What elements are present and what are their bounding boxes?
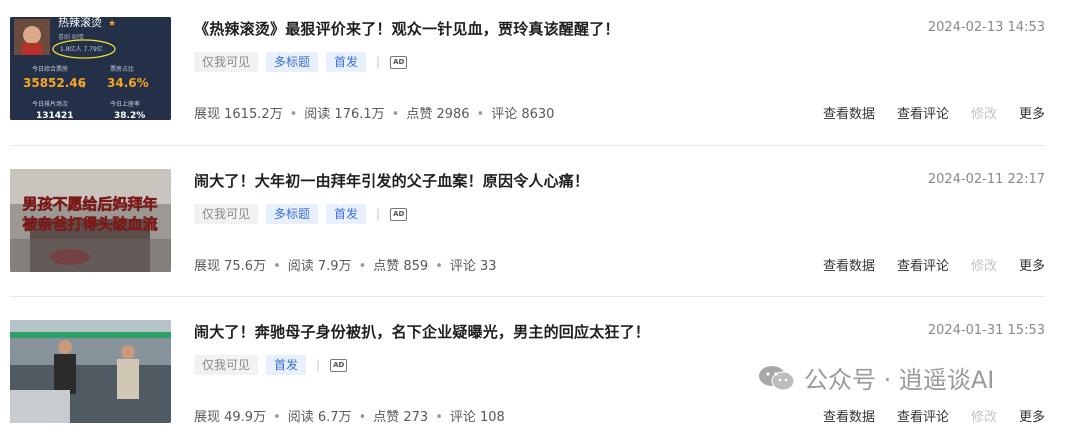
article-stats: 展现 49.9万 • 阅读 6.7万 • 点赞 273 • 评论 108 (194, 410, 505, 425)
ad-icon: AD (390, 55, 408, 69)
thumb-stat3-label: 今日排片场次 (32, 100, 68, 108)
thumb-stat4-value: 38.2% (114, 111, 145, 120)
tag-first-publish: 首发 (326, 52, 367, 72)
svg-text:★: ★ (108, 19, 116, 29)
publish-date: 2024-01-31 15:53 (927, 323, 1045, 338)
article-thumbnail[interactable]: 男孩不愿给后妈拜年 被亲爸打得头破血流 (10, 169, 171, 272)
watermark: 公众号 · 逍遥谈AI (758, 360, 994, 395)
thumb-caption-2: 被亲爸打得头破血流 (22, 215, 157, 233)
thumb-stat1-value: 35852.46 (23, 76, 86, 90)
ad-icon: AD (390, 207, 408, 221)
photo-thumbnail-image (10, 320, 171, 423)
more-button[interactable]: 更多 (1019, 103, 1045, 122)
ad-icon: AD (330, 358, 348, 372)
tag-private: 仅我可见 (194, 355, 259, 375)
edit-button: 修改 (970, 410, 997, 425)
view-data-button[interactable]: 查看数据 (823, 255, 875, 274)
comments-stat: 评论 108 (449, 410, 505, 425)
article-actions: 查看数据 查看评论 修改 更多 (823, 406, 1045, 425)
thumb-title: 热辣滚烫 (58, 17, 102, 29)
likes-stat: 点赞 859 (373, 259, 429, 274)
box-office-thumbnail-image: 热辣滚烫 ★ 喜剧 剧情 1.8亿人 7.79亿 今日综合票房 票房占比 358… (10, 17, 171, 120)
tag-multi-title: 多标题 (266, 52, 319, 72)
article-stats: 展现 1615.2万 • 阅读 176.1万 • 点赞 2986 • 评论 8630 (194, 107, 555, 122)
article-title[interactable]: 闹大了！大年初一由拜年引发的父子血案！原因令人心痛！ (194, 170, 589, 191)
tag-separator: | (376, 207, 381, 221)
likes-stat: 点赞 273 (373, 410, 429, 425)
reads-stat: 阅读 176.1万 (304, 107, 385, 122)
thumb-caption-1: 男孩不愿给后妈拜年 (22, 195, 157, 213)
thumb-stat4-label: 今日上座率 (110, 100, 140, 108)
comments-stat: 评论 8630 (491, 107, 555, 122)
edit-button: 修改 (970, 107, 997, 122)
tag-private: 仅我可见 (194, 204, 259, 224)
tag-first-publish: 首发 (266, 355, 307, 375)
tag-separator: | (316, 358, 321, 372)
row-divider (10, 145, 1045, 146)
tag-multi-title: 多标题 (266, 204, 319, 224)
article-stats: 展现 75.6万 • 阅读 7.9万 • 点赞 859 • 评论 33 (194, 259, 497, 274)
likes-stat: 点赞 2986 (406, 107, 470, 122)
thumb-stat2-label: 票房占比 (110, 65, 134, 73)
article-row[interactable]: 热辣滚烫 ★ 喜剧 剧情 1.8亿人 7.79亿 今日综合票房 票房占比 358… (0, 0, 1080, 145)
article-row[interactable]: 男孩不愿给后妈拜年 被亲爸打得头破血流 闹大了！大年初一由拜年引发的父子血案！原… (0, 152, 1080, 297)
thumb-sub: 1.8亿人 7.79亿 (60, 45, 103, 53)
impressions-stat: 展现 49.9万 (194, 410, 267, 425)
view-data-button[interactable]: 查看数据 (823, 406, 875, 425)
article-actions: 查看数据 查看评论 修改 更多 (823, 255, 1045, 274)
tag-first-publish: 首发 (326, 204, 367, 224)
impressions-stat: 展现 1615.2万 (194, 107, 283, 122)
impressions-stat: 展现 75.6万 (194, 259, 267, 274)
tag-list: 仅我可见 多标题 首发 | AD (194, 52, 408, 72)
article-actions: 查看数据 查看评论 修改 更多 (823, 103, 1045, 122)
publish-date: 2024-02-13 14:53 (927, 20, 1045, 35)
tag-list: 仅我可见 多标题 首发 | AD (194, 204, 408, 224)
thumb-stat1-label: 今日综合票房 (32, 65, 68, 73)
reads-stat: 阅读 6.7万 (287, 410, 352, 425)
article-thumbnail[interactable] (10, 320, 171, 423)
view-comments-button[interactable]: 查看评论 (897, 255, 949, 274)
more-button[interactable]: 更多 (1019, 255, 1045, 274)
tag-separator: | (376, 55, 381, 69)
edit-button: 修改 (970, 259, 997, 274)
more-button[interactable]: 更多 (1019, 406, 1045, 425)
thumb-stat3-value: 131421 (36, 111, 74, 120)
reads-stat: 阅读 7.9万 (287, 259, 352, 274)
view-comments-button[interactable]: 查看评论 (897, 103, 949, 122)
article-thumbnail[interactable]: 热辣滚烫 ★ 喜剧 剧情 1.8亿人 7.79亿 今日综合票房 票房占比 358… (10, 17, 171, 120)
thumb-stat2-value: 34.6% (107, 76, 149, 90)
article-title[interactable]: 闹大了！奔驰母子身份被扒，名下企业疑曝光，男主的回应太狂了！ (194, 321, 650, 342)
comments-stat: 评论 33 (449, 259, 497, 274)
watermark-text: 公众号 · 逍遥谈AI (804, 366, 995, 394)
row-divider (10, 296, 1045, 297)
publish-date: 2024-02-11 22:17 (927, 172, 1045, 187)
wechat-icon (759, 365, 795, 390)
tag-private: 仅我可见 (194, 52, 259, 72)
thumb-stat1-unit: 万 (80, 82, 86, 89)
view-comments-button[interactable]: 查看评论 (897, 406, 949, 425)
tag-list: 仅我可见 首发 | AD (194, 355, 348, 375)
news-thumbnail-image: 男孩不愿给后妈拜年 被亲爸打得头破血流 (10, 169, 171, 272)
view-data-button[interactable]: 查看数据 (823, 103, 875, 122)
article-title[interactable]: 《热辣滚烫》最狠评价来了！观众一针见血，贾玲真该醒醒了！ (194, 18, 620, 39)
